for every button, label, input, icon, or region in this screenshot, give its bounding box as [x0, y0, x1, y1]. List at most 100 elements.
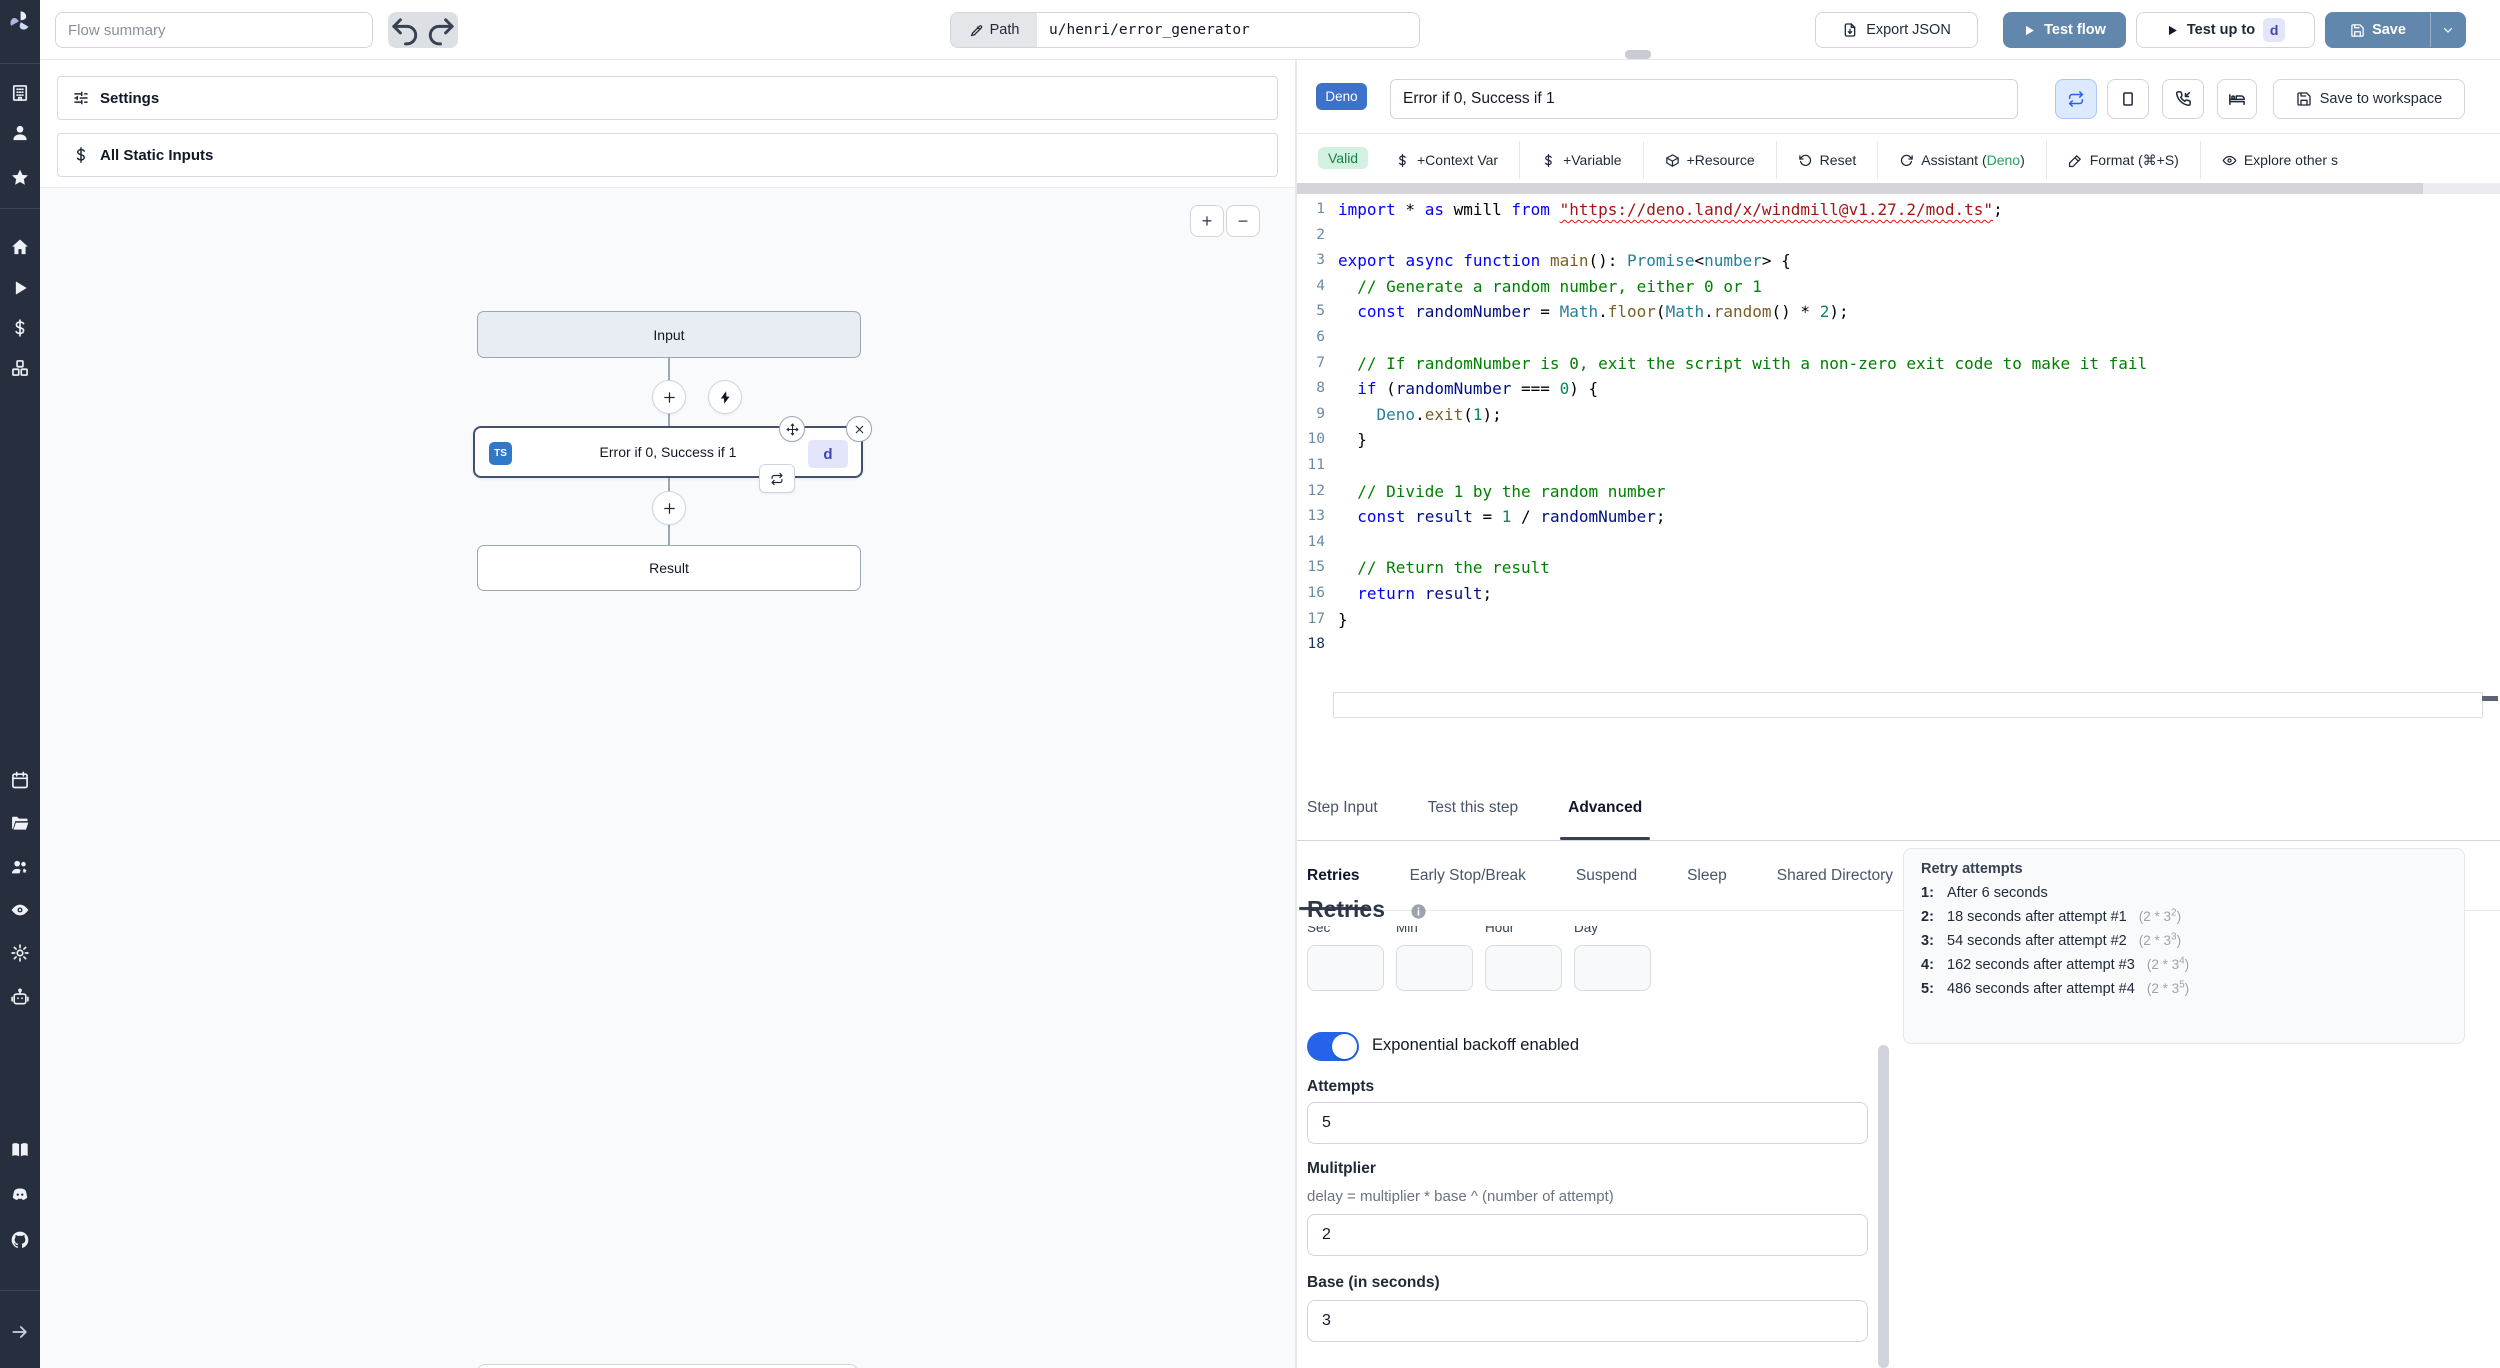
dollar-icon: [1541, 153, 1556, 168]
retry-attempt-row: 4: 162 seconds after attempt #3 (2 * 34): [1921, 955, 2190, 973]
export-json-button[interactable]: Export JSON: [1815, 12, 1978, 48]
tab-test-this-step[interactable]: Test this step: [1426, 776, 1520, 840]
user-icon[interactable]: [10, 123, 30, 143]
panel-divider[interactable]: [1296, 60, 1297, 1368]
add-step-button[interactable]: [652, 380, 686, 414]
unit-input[interactable]: [1307, 945, 1384, 991]
fullscreen-button[interactable]: [2107, 79, 2149, 119]
info-icon[interactable]: [1410, 903, 1427, 920]
test-flow-button[interactable]: Test flow: [2003, 12, 2126, 48]
save-to-workspace-button[interactable]: Save to workspace: [2273, 79, 2465, 119]
sleep-button[interactable]: [2217, 79, 2257, 119]
code-content: import * as wmill from "https://deno.lan…: [1338, 197, 2488, 667]
toolbar-format-s[interactable]: Format (⌘+S): [2045, 141, 2200, 179]
watch-mode-button[interactable]: [2055, 79, 2097, 119]
play-icon[interactable]: [10, 278, 30, 298]
retries-title: Retries: [1307, 896, 1385, 922]
code-line-4: // Generate a random number, either 0 or…: [1338, 276, 1762, 296]
home-icon[interactable]: [10, 237, 30, 257]
retry-indicator-button[interactable]: [759, 464, 795, 493]
gear-icon[interactable]: [10, 943, 30, 963]
step-name-input[interactable]: [1390, 79, 2018, 119]
zoom-in-button[interactable]: +: [1190, 205, 1224, 237]
star-icon[interactable]: [10, 168, 30, 188]
add-step-button[interactable]: [652, 491, 686, 525]
toolbar-explore-other-s[interactable]: Explore other s: [2199, 141, 2359, 179]
line-number: 18: [1307, 636, 1325, 653]
toolbar-assistant[interactable]: Assistant (Deno): [1877, 141, 2046, 179]
code-editor[interactable]: 1 2 3 4 5 6 7 8 9 10 11 12 13 14 15 16 17 18 import * as …: [1297, 194, 2500, 776]
toolbar-variable[interactable]: +Variable: [1519, 141, 1643, 179]
export-json-label: Export JSON: [1866, 22, 1951, 38]
toolbar-context-var[interactable]: +Context Var: [1374, 141, 1519, 179]
building-icon[interactable]: [10, 83, 30, 103]
github-icon[interactable]: [10, 1230, 30, 1250]
exponential-backoff-toggle[interactable]: [1307, 1032, 1359, 1061]
error-handler-bar[interactable]: Error handler: [477, 1364, 858, 1368]
settings-label: Settings: [100, 89, 160, 107]
splitter-grip[interactable]: [1625, 50, 1651, 59]
trigger-bolt-button[interactable]: [708, 380, 742, 414]
step-node-label: Error if 0, Success if 1: [599, 444, 737, 460]
book-icon[interactable]: [10, 1140, 30, 1160]
toolbar-reset[interactable]: Reset: [1775, 141, 1878, 179]
sidebar-divider: [0, 63, 40, 64]
flow-node-step[interactable]: TS Error if 0, Success if 1 d: [473, 426, 863, 478]
code-line-5: const randomNumber = Math.floor(Math.ran…: [1357, 302, 1849, 322]
calendar-icon[interactable]: [10, 770, 30, 790]
move-node-button[interactable]: [779, 416, 805, 442]
code-line-15: // Return the result: [1338, 558, 1550, 578]
bot-icon[interactable]: [10, 987, 30, 1007]
panel-scrollbar[interactable]: [1878, 1045, 1889, 1368]
zoom-out-button[interactable]: −: [1226, 205, 1260, 237]
plus-icon: [662, 501, 677, 516]
windmill-logo-icon[interactable]: [8, 9, 32, 33]
multiplier-input[interactable]: [1307, 1214, 1868, 1256]
windmill-flow-editor: Path Export JSON Test flow Test up to d …: [0, 0, 2500, 1368]
arrow-right-icon[interactable]: [10, 1322, 30, 1342]
path-input[interactable]: [1037, 13, 1419, 47]
user-group-icon[interactable]: [10, 857, 30, 877]
subtab-shared-directory[interactable]: Shared Directory: [1775, 841, 1895, 910]
discord-icon[interactable]: [10, 1185, 30, 1205]
retry-attempt-row: 3: 54 seconds after attempt #2 (2 * 33): [1921, 931, 2182, 949]
delete-node-button[interactable]: [846, 416, 872, 442]
attempts-input[interactable]: [1307, 1102, 1868, 1144]
unit-label: Sec: [1307, 926, 1331, 935]
input-node-label: Input: [653, 326, 685, 343]
flow-settings-bar[interactable]: Settings: [57, 76, 1278, 120]
code-line-10: }: [1338, 430, 1367, 450]
tab-advanced[interactable]: Advanced: [1560, 776, 1651, 840]
unit-input[interactable]: [1396, 945, 1473, 991]
dollar-icon: [1395, 153, 1410, 168]
close-icon: [853, 423, 866, 436]
retry-unit-day: Day: [1574, 926, 1651, 991]
all-static-inputs-bar[interactable]: All Static Inputs: [57, 133, 1278, 177]
flow-node-input[interactable]: Input: [477, 311, 861, 358]
flow-summary-input[interactable]: [55, 12, 373, 48]
undo-icon[interactable]: [388, 12, 423, 48]
save-dropdown[interactable]: [2430, 13, 2465, 47]
dollar-icon[interactable]: [10, 318, 30, 338]
retry-attempts-title: Retry attempts: [1921, 861, 2023, 877]
line-number: 2: [1316, 226, 1325, 243]
folder-open-icon[interactable]: [10, 813, 30, 833]
repeat-icon: [2067, 90, 2085, 108]
test-up-to-button[interactable]: Test up to d: [2136, 12, 2315, 48]
subtab-sleep[interactable]: Sleep: [1685, 841, 1729, 910]
unit-input[interactable]: [1485, 945, 1562, 991]
subtab-early-stop-break[interactable]: Early Stop/Break: [1408, 841, 1528, 910]
unit-input[interactable]: [1574, 945, 1651, 991]
flow-node-result[interactable]: Result: [477, 545, 861, 591]
editor-splitter-handle[interactable]: [1297, 183, 2423, 194]
subtab-suspend[interactable]: Suspend: [1574, 841, 1639, 910]
redo-icon[interactable]: [423, 12, 458, 48]
cubes-icon[interactable]: [10, 358, 30, 378]
toolbar-resource[interactable]: +Resource: [1642, 141, 1776, 179]
tab-step-input[interactable]: Step Input: [1305, 776, 1380, 840]
eye-icon[interactable]: [10, 900, 30, 920]
unit-label: Min: [1396, 926, 1418, 935]
call-button[interactable]: [2162, 79, 2204, 119]
base-input[interactable]: [1307, 1300, 1868, 1342]
save-button[interactable]: Save: [2325, 12, 2466, 48]
